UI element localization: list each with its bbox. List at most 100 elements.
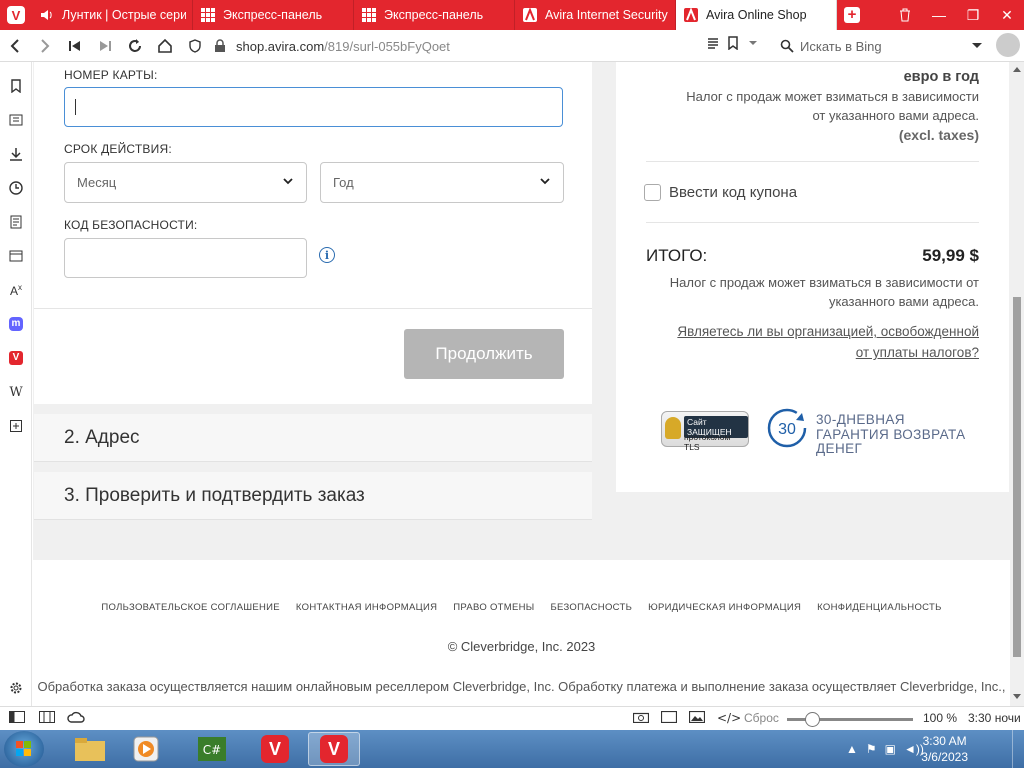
- step-review-confirm[interactable]: 3. Проверить и подтвердить заказ: [34, 472, 592, 520]
- downloads-icon[interactable]: [6, 144, 26, 164]
- tab-luntik[interactable]: Лунтик | Острые серии: [32, 0, 193, 30]
- fast-forward-icon: [100, 40, 111, 51]
- expiry-year-select[interactable]: Год: [320, 162, 564, 203]
- vivaldi-icon: V: [261, 735, 289, 763]
- search-field[interactable]: Искать в Bing: [780, 35, 990, 57]
- tab-avira-online-shop[interactable]: Avira Online Shop: [676, 0, 837, 30]
- panel-toggle-icon[interactable]: [9, 711, 25, 726]
- forward-button[interactable]: [30, 30, 60, 62]
- csharp-icon: C#: [198, 737, 226, 761]
- show-desktop-button[interactable]: [1012, 730, 1024, 768]
- translate-icon[interactable]: Ax: [6, 280, 26, 300]
- trash-button[interactable]: [888, 0, 922, 30]
- network-icon[interactable]: ▣: [885, 742, 896, 756]
- taskbar-explorer[interactable]: [64, 732, 116, 766]
- zoom-reset-button[interactable]: Сброс: [744, 711, 779, 725]
- footer-link-terms[interactable]: ПОЛЬЗОВАТЕЛЬСКОЕ СОГЛАШЕНИЕ: [101, 602, 280, 613]
- coupon-checkbox[interactable]: [644, 184, 661, 201]
- month-placeholder: Месяц: [77, 175, 117, 190]
- taskbar-csharp-app[interactable]: C#: [186, 732, 238, 766]
- tray-expand-icon[interactable]: ▲: [846, 742, 858, 756]
- bookmark-icon[interactable]: [726, 36, 740, 55]
- footer-link-legal[interactable]: ЮРИДИЧЕСКАЯ ИНФОРМАЦИЯ: [648, 602, 801, 613]
- tab-express-panel-2[interactable]: Экспресс-панель: [354, 0, 515, 30]
- window-panel-icon[interactable]: [6, 246, 26, 266]
- dropdown-arrow-icon[interactable]: [746, 36, 760, 55]
- chevron-down-icon: [283, 178, 293, 185]
- vivaldi-icon: V: [320, 735, 348, 763]
- tax-note-2a: Налог с продаж может взиматься в зависим…: [669, 275, 979, 290]
- tax-exempt-link-line2[interactable]: от уплаты налогов?: [856, 342, 979, 363]
- expiry-month-select[interactable]: Месяц: [64, 162, 307, 203]
- close-window-button[interactable]: ✕: [990, 0, 1024, 30]
- browser-side-panel: Ax m V W: [0, 62, 32, 706]
- new-tab-button[interactable]: +: [837, 0, 867, 30]
- scrollbar-thumb[interactable]: [1013, 297, 1021, 657]
- images-icon[interactable]: [688, 710, 706, 726]
- tab-avira-internet-security[interactable]: Avira Internet Security: [515, 0, 676, 30]
- divider: [34, 308, 592, 309]
- history-icon[interactable]: [6, 178, 26, 198]
- vivaldi-menu-button[interactable]: V: [0, 0, 32, 30]
- site-info-button[interactable]: [180, 30, 210, 62]
- fast-forward-button[interactable]: [90, 30, 120, 62]
- step-address[interactable]: 2. Адрес: [34, 414, 592, 462]
- continue-button[interactable]: Продолжить: [404, 329, 564, 379]
- capture-icon[interactable]: [632, 711, 650, 726]
- footer-link-cancellation[interactable]: ПРАВО ОТМЕНЫ: [453, 602, 534, 613]
- zoom-slider-handle[interactable]: [805, 712, 820, 727]
- page-scrollbar[interactable]: [1010, 62, 1024, 706]
- mastodon-icon[interactable]: m: [6, 314, 26, 334]
- year-placeholder: Год: [333, 175, 354, 190]
- search-icon: [780, 39, 794, 53]
- cloud-sync-icon[interactable]: [67, 711, 85, 726]
- scroll-down-icon[interactable]: [1013, 694, 1021, 700]
- add-panel-icon[interactable]: [6, 416, 26, 436]
- maximize-button[interactable]: ❐: [956, 0, 990, 30]
- taskbar-media-player[interactable]: [120, 732, 172, 766]
- search-engine-dropdown-icon[interactable]: [972, 42, 982, 50]
- start-button[interactable]: [4, 731, 44, 767]
- guarantee-line3: ДЕНЕГ: [816, 441, 863, 456]
- total-label: ИТОГО:: [646, 246, 708, 265]
- reading-list-icon[interactable]: [6, 110, 26, 130]
- reader-view-icon[interactable]: [706, 36, 720, 55]
- profile-avatar[interactable]: [996, 33, 1020, 57]
- url-field[interactable]: shop.avira.com/819/surl-055bFyQoet: [236, 39, 450, 54]
- tab-title: Лунтик | Острые серии: [62, 8, 186, 22]
- card-number-input[interactable]: [64, 87, 563, 127]
- vivaldi-icon[interactable]: V: [6, 348, 26, 368]
- rewind-icon: [69, 40, 80, 51]
- security-code-input[interactable]: [64, 238, 307, 278]
- reload-button[interactable]: [120, 30, 150, 62]
- folder-icon: [75, 738, 105, 761]
- tab-express-panel-1[interactable]: Экспресс-панель: [193, 0, 354, 30]
- page-tiling-icon[interactable]: [660, 710, 678, 726]
- notes-icon[interactable]: [6, 212, 26, 232]
- tax-exempt-link-line1[interactable]: Являетесь ли вы организацией, освобожден…: [677, 321, 979, 342]
- home-button[interactable]: [150, 30, 180, 62]
- svg-text:C#: C#: [203, 743, 221, 757]
- action-center-flag-icon[interactable]: ⚑: [866, 742, 877, 756]
- card-number-label: НОМЕР КАРТЫ:: [64, 68, 158, 82]
- bookmarks-panel-icon[interactable]: [6, 76, 26, 96]
- wikipedia-icon[interactable]: W: [6, 382, 26, 402]
- taskbar-vivaldi-1[interactable]: V: [249, 732, 301, 766]
- coupon-label[interactable]: Ввести код купона: [669, 184, 797, 201]
- payment-form-card: НОМЕР КАРТЫ: СРОК ДЕЙСТВИЯ: Месяц Год КО…: [34, 62, 592, 404]
- scroll-up-icon[interactable]: [1013, 66, 1021, 72]
- footer-link-contact[interactable]: КОНТАКТНАЯ ИНФОРМАЦИЯ: [296, 602, 437, 613]
- forward-arrow-icon: [41, 38, 50, 53]
- page-actions-icon[interactable]: </>: [717, 711, 741, 725]
- settings-gear-icon[interactable]: [6, 678, 26, 698]
- taskbar-clock[interactable]: 3:30 AM 3/6/2023: [921, 733, 968, 765]
- rewind-button[interactable]: [60, 30, 90, 62]
- taskbar-vivaldi-2[interactable]: V: [308, 732, 360, 766]
- back-button[interactable]: [0, 30, 30, 62]
- tab-tiling-icon[interactable]: [39, 711, 55, 726]
- minimize-button[interactable]: —: [922, 0, 956, 30]
- footer-link-privacy[interactable]: КОНФИДЕНЦИАЛЬНОСТЬ: [817, 602, 941, 613]
- footer-link-security[interactable]: БЕЗОПАСНОСТЬ: [551, 602, 633, 613]
- info-icon[interactable]: i: [319, 247, 335, 263]
- avira-logo-icon: [682, 8, 700, 22]
